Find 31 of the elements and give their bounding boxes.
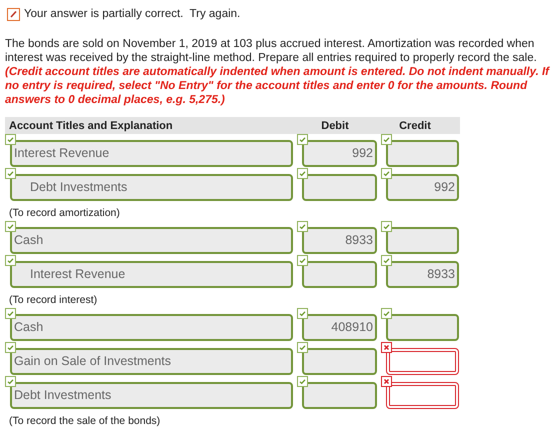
feedback-message: Your answer is partially correct. Try again. xyxy=(24,7,240,22)
entry-note: (To record amortization) xyxy=(9,207,120,220)
debit-field[interactable] xyxy=(302,348,377,376)
debit-field[interactable]: 8933 xyxy=(302,227,377,254)
account-title-field[interactable]: Interest Revenue xyxy=(10,261,293,288)
entry-note: (To record interest) xyxy=(9,294,98,306)
account-title-field[interactable]: Interest Revenue xyxy=(10,140,293,168)
credit-field[interactable]: 8933 xyxy=(386,261,459,288)
credit-field[interactable] xyxy=(386,227,459,254)
account-title-field[interactable]: Debt Investments xyxy=(10,382,293,410)
debit-field[interactable]: 992 xyxy=(302,140,377,168)
credit-field[interactable] xyxy=(386,348,459,376)
instructions-text: (Credit account titles are automatically indented when amount is entered. Do not indent manually. If no entry is required, select "No Entry" for the account titles and enter 0 for the amounts. Round answers to 0 decimal places, e.g. 5,275.) xyxy=(5,65,551,108)
question-text: The bonds are sold on November 1, 2019 at 103 plus accrued interest. Amortization was recorded when interest was received by the straight-line method. Prepare all entries required to properly record the sale. xyxy=(5,37,538,66)
entry-note: (To record the sale of the bonds) xyxy=(9,415,160,428)
credit-field[interactable]: 992 xyxy=(386,174,459,202)
account-title-field[interactable]: Debt Investments xyxy=(10,174,293,202)
pencil-icon xyxy=(7,8,20,22)
debit-field[interactable] xyxy=(302,261,377,288)
debit-field[interactable] xyxy=(302,174,377,202)
credit-field[interactable] xyxy=(386,314,459,342)
credit-field[interactable] xyxy=(386,140,459,168)
account-title-field[interactable]: Cash xyxy=(10,314,293,342)
column-header: Account Titles and Explanation xyxy=(8,118,174,134)
debit-field[interactable]: 408910 xyxy=(302,314,377,342)
account-title-field[interactable]: Cash xyxy=(10,227,293,254)
column-header: Debit xyxy=(320,118,350,134)
column-header: Credit xyxy=(398,118,432,134)
credit-field[interactable] xyxy=(386,382,459,410)
account-title-field[interactable]: Gain on Sale of Investments xyxy=(10,348,293,376)
debit-field[interactable] xyxy=(302,382,377,410)
